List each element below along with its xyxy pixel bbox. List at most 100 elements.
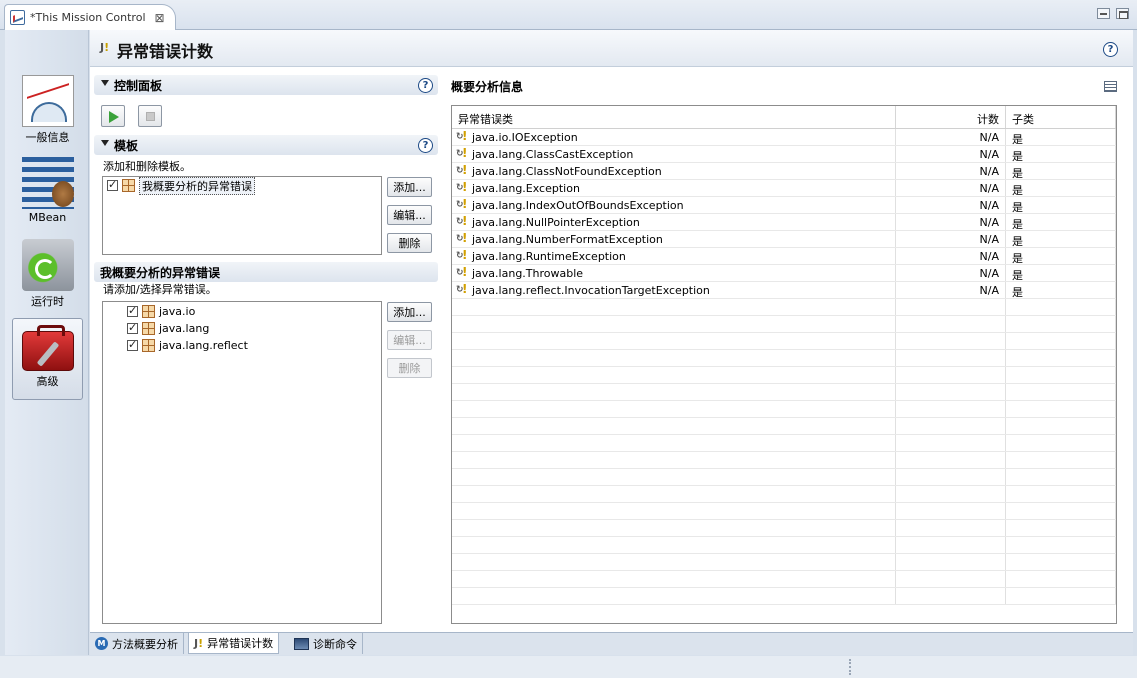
table-row[interactable]: ↻! java.lang.Exception N/A 是 bbox=[452, 180, 1116, 197]
table-row[interactable] bbox=[452, 554, 1116, 571]
column-header-subclass[interactable]: 子类 bbox=[1006, 106, 1116, 128]
maximize-button[interactable] bbox=[1116, 8, 1129, 19]
delete-exception-button[interactable]: 删除 bbox=[387, 358, 432, 378]
help-icon[interactable]: ? bbox=[1103, 42, 1118, 57]
cell-subclass bbox=[1006, 503, 1116, 519]
edit-exception-button[interactable]: 编辑... bbox=[387, 330, 432, 350]
table-row[interactable] bbox=[452, 588, 1116, 605]
nav-item-advanced[interactable]: 高级 bbox=[12, 318, 83, 400]
stop-button[interactable] bbox=[138, 105, 162, 127]
checkbox[interactable] bbox=[107, 178, 118, 191]
summary-table[interactable]: 异常错误类 计数 子类 ↻! java.io.IOException N/A 是 ↻! j… bbox=[451, 105, 1117, 624]
table-row[interactable]: ↻! java.lang.RuntimeException N/A 是 bbox=[452, 248, 1116, 265]
table-row[interactable] bbox=[452, 401, 1116, 418]
table-row[interactable]: ↻! java.lang.IndexOutOfBoundsException N/A… bbox=[452, 197, 1116, 214]
cell-count bbox=[896, 418, 1006, 434]
table-row[interactable] bbox=[452, 367, 1116, 384]
table-row[interactable] bbox=[452, 571, 1116, 588]
list-item[interactable]: 我概要分析的异常错误 bbox=[103, 176, 381, 195]
cell-exception-type bbox=[452, 299, 896, 315]
cell-subclass: 是 bbox=[1006, 214, 1116, 230]
list-item[interactable]: java.lang bbox=[123, 320, 381, 337]
nav-item-label: 运行时 bbox=[31, 295, 64, 308]
checkbox[interactable] bbox=[127, 304, 138, 317]
column-header-count[interactable]: 计数 bbox=[896, 106, 1006, 128]
collapse-triangle-icon[interactable] bbox=[101, 140, 109, 146]
package-label: java.lang.reflect bbox=[159, 339, 248, 352]
exception-class-icon: ↻! bbox=[456, 265, 468, 279]
template-label: 我概要分析的异常错误 bbox=[139, 176, 255, 195]
table-row[interactable]: ↻! java.lang.ClassCastException N/A 是 bbox=[452, 146, 1116, 163]
list-item[interactable]: java.lang.reflect bbox=[123, 337, 381, 354]
checkbox[interactable] bbox=[127, 338, 138, 351]
help-icon[interactable]: ? bbox=[418, 78, 433, 93]
stop-icon bbox=[146, 112, 155, 121]
close-tab-icon[interactable]: ⊠ bbox=[155, 11, 165, 25]
mbean-icon bbox=[21, 157, 74, 209]
exception-type-label: java.io.IOException bbox=[472, 130, 578, 144]
add-template-button[interactable]: 添加... bbox=[387, 177, 432, 197]
diagnostic-icon bbox=[294, 637, 309, 650]
table-row[interactable] bbox=[452, 435, 1116, 452]
tab-diagnostic-commands[interactable]: 诊断命令 bbox=[289, 633, 363, 654]
cell-exception-type: ↻! java.lang.NullPointerException bbox=[452, 214, 896, 230]
table-row[interactable] bbox=[452, 384, 1116, 401]
cell-subclass: 是 bbox=[1006, 231, 1116, 247]
package-grid-icon bbox=[142, 339, 155, 352]
table-row[interactable] bbox=[452, 350, 1116, 367]
templates-header[interactable]: 模板 ? bbox=[94, 135, 438, 155]
table-row[interactable] bbox=[452, 299, 1116, 316]
delete-template-button[interactable]: 删除 bbox=[387, 233, 432, 253]
table-row[interactable] bbox=[452, 503, 1116, 520]
cell-subclass bbox=[1006, 350, 1116, 366]
tab-exception-count[interactable]: J! 异常错误计数 bbox=[188, 633, 280, 654]
cell-subclass bbox=[1006, 537, 1116, 553]
page-title: 异常错误计数 bbox=[117, 42, 214, 61]
table-row[interactable] bbox=[452, 469, 1116, 486]
editor-tab[interactable]: *This Mission Control ⊠ bbox=[4, 4, 176, 30]
exception-type-label: java.lang.ClassCastException bbox=[472, 147, 634, 161]
layout-icon[interactable] bbox=[1104, 81, 1117, 92]
cell-count bbox=[896, 503, 1006, 519]
my-exceptions-list[interactable]: java.io java.lang java.lang.reflect bbox=[102, 301, 382, 624]
cell-count: N/A bbox=[896, 248, 1006, 264]
table-row[interactable]: ↻! java.lang.reflect.InvocationTargetExce… bbox=[452, 282, 1116, 299]
cell-exception-type bbox=[452, 333, 896, 349]
table-row[interactable] bbox=[452, 537, 1116, 554]
table-row[interactable] bbox=[452, 452, 1116, 469]
table-row[interactable] bbox=[452, 333, 1116, 350]
table-row[interactable]: ↻! java.lang.NullPointerException N/A 是 bbox=[452, 214, 1116, 231]
nav-item-runtime[interactable]: 运行时 bbox=[12, 234, 83, 316]
table-row[interactable] bbox=[452, 418, 1116, 435]
cell-count bbox=[896, 435, 1006, 451]
table-row[interactable]: ↻! java.lang.ClassNotFoundException N/A 是 bbox=[452, 163, 1116, 180]
table-row[interactable] bbox=[452, 520, 1116, 537]
nav-item-general[interactable]: 一般信息 bbox=[12, 70, 83, 152]
control-panel-header[interactable]: 控制面板 ? bbox=[94, 75, 438, 95]
collapse-triangle-icon[interactable] bbox=[101, 80, 109, 86]
edit-template-button[interactable]: 编辑... bbox=[387, 205, 432, 225]
list-item[interactable]: java.io bbox=[123, 303, 381, 320]
table-row[interactable] bbox=[452, 486, 1116, 503]
cell-exception-type bbox=[452, 435, 896, 451]
cell-subclass: 是 bbox=[1006, 129, 1116, 145]
checkbox[interactable] bbox=[127, 321, 138, 334]
cell-exception-type bbox=[452, 520, 896, 536]
cell-count bbox=[896, 486, 1006, 502]
table-row[interactable]: ↻! java.lang.NumberFormatException N/A 是 bbox=[452, 231, 1116, 248]
table-row[interactable]: ↻! java.io.IOException N/A 是 bbox=[452, 129, 1116, 146]
table-row[interactable]: ↻! java.lang.Throwable N/A 是 bbox=[452, 265, 1116, 282]
minimize-button[interactable] bbox=[1097, 8, 1110, 19]
column-header-type[interactable]: 异常错误类 bbox=[452, 106, 896, 128]
table-row[interactable] bbox=[452, 316, 1116, 333]
nav-item-mbean[interactable]: MBean bbox=[12, 152, 83, 234]
tab-method-profiling[interactable]: M 方法概要分析 bbox=[90, 633, 184, 654]
start-button[interactable] bbox=[101, 105, 125, 127]
status-bar bbox=[0, 656, 1137, 678]
exception-type-label: java.lang.RuntimeException bbox=[472, 249, 626, 263]
templates-list[interactable]: 我概要分析的异常错误 bbox=[102, 176, 382, 255]
add-exception-button[interactable]: 添加... bbox=[387, 302, 432, 322]
cell-subclass: 是 bbox=[1006, 163, 1116, 179]
help-icon[interactable]: ? bbox=[418, 138, 433, 153]
cell-subclass bbox=[1006, 384, 1116, 400]
